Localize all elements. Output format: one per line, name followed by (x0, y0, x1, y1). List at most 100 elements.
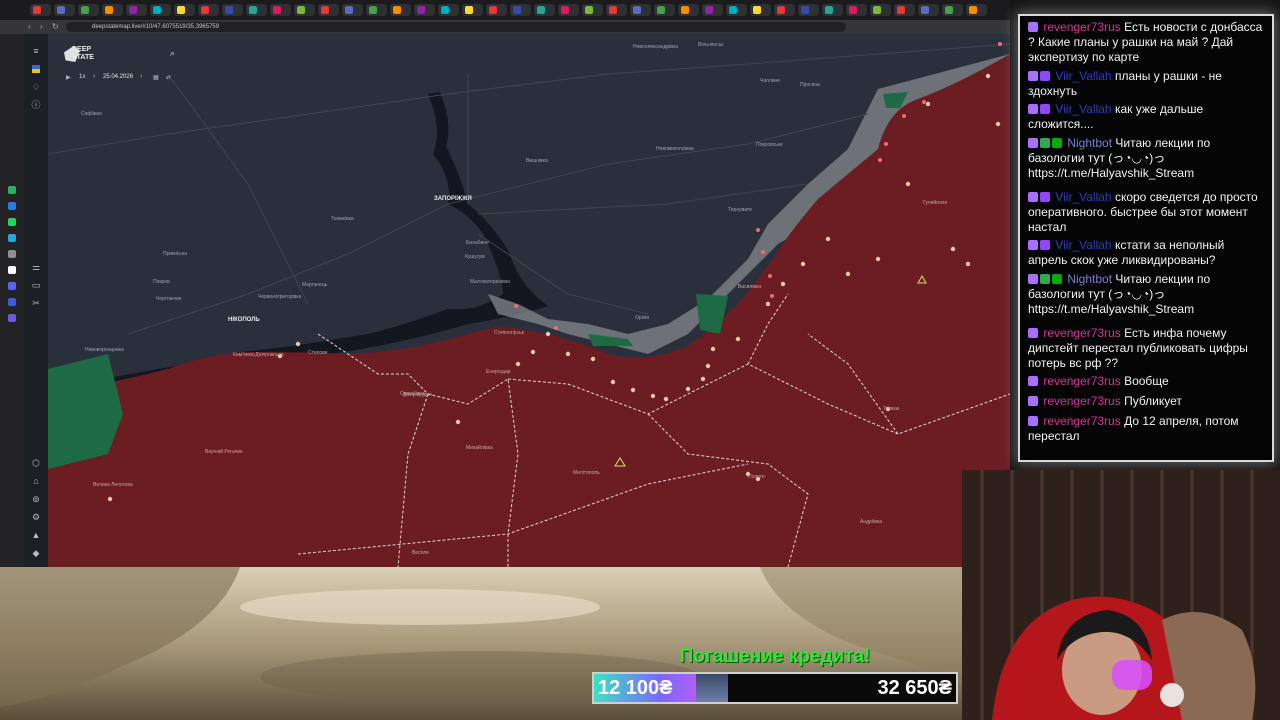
browser-tab[interactable] (894, 4, 915, 16)
settings-icon[interactable]: ⚙ (31, 512, 41, 522)
browser-tab[interactable] (582, 4, 603, 16)
telegram-icon[interactable] (8, 234, 16, 242)
search-icon[interactable]: ⌕ (170, 48, 175, 59)
town-label: Кам'янка-Дніпровська (233, 352, 284, 358)
chat-message: Viir_Vallah как уже дальше сложится.... (1028, 102, 1266, 132)
browser-tab[interactable] (678, 4, 699, 16)
info-icon[interactable]: ⓘ (31, 100, 41, 110)
browser-tab[interactable] (462, 4, 483, 16)
ukraine-flag-icon[interactable] (31, 64, 41, 74)
navigation-icon[interactable]: ▲ (31, 530, 41, 540)
browser-tab[interactable] (366, 4, 387, 16)
x-icon[interactable] (8, 266, 16, 274)
tab-favicon-icon (633, 6, 641, 14)
map-view[interactable]: ЗАПОРІЖЖЯ НІКОПОЛЬ Софіївка Томаківка Пр… (48, 34, 1010, 567)
browser-tab[interactable] (870, 4, 891, 16)
dock-app-icon[interactable] (8, 298, 16, 306)
browser-tab[interactable] (654, 4, 675, 16)
browser-tab[interactable] (966, 4, 987, 16)
browser-tab[interactable] (222, 4, 243, 16)
card-icon[interactable]: ▭ (31, 280, 41, 290)
browser-tab[interactable] (750, 4, 771, 16)
browser-tab[interactable] (774, 4, 795, 16)
browser-tab[interactable] (390, 4, 411, 16)
dock-app-icon[interactable] (8, 250, 16, 258)
filter-icon[interactable]: ⚌ (31, 262, 41, 272)
browser-tab[interactable] (78, 4, 99, 16)
chat-username[interactable]: Viir_Vallah (1055, 69, 1111, 83)
browser-tab[interactable] (822, 4, 843, 16)
tab-favicon-icon (537, 6, 545, 14)
chat-username[interactable]: Nightbot (1067, 272, 1112, 286)
chat-username[interactable]: revenger73rus (1043, 374, 1120, 388)
shield-icon[interactable]: ⬡ (31, 458, 41, 468)
chat-username[interactable]: Nightbot (1067, 136, 1112, 150)
browser-tab[interactable] (486, 4, 507, 16)
browser-tab[interactable] (246, 4, 267, 16)
browser-tab[interactable] (942, 4, 963, 16)
browser-tab[interactable] (30, 4, 51, 16)
browser-tab[interactable] (702, 4, 723, 16)
browser-tab[interactable] (342, 4, 363, 16)
badge-icon (1028, 274, 1038, 284)
chat-username[interactable]: revenger73rus (1043, 326, 1120, 340)
play-icon[interactable]: ▶ (66, 74, 71, 81)
browser-tab[interactable] (846, 4, 867, 16)
browser-tab[interactable] (318, 4, 339, 16)
browser-tab[interactable] (294, 4, 315, 16)
browser-tab[interactable] (534, 4, 555, 16)
calendar-icon[interactable]: ▦ (153, 74, 159, 81)
tab-favicon-icon (153, 6, 161, 14)
badge-icon (1040, 192, 1050, 202)
browser-tab[interactable] (606, 4, 627, 16)
reload-icon[interactable]: ↻ (52, 22, 59, 32)
date-label[interactable]: 25.04.2026 (103, 74, 133, 80)
whatsapp-icon[interactable] (8, 218, 16, 226)
bell-icon[interactable]: ♢ (31, 82, 41, 92)
tab-favicon-icon (969, 6, 977, 14)
menu-icon[interactable]: ≡ (31, 46, 41, 56)
browser-tab[interactable] (54, 4, 75, 16)
discord-icon[interactable] (8, 282, 16, 290)
chat-username[interactable]: revenger73rus (1043, 20, 1120, 34)
target-icon[interactable]: ⊚ (31, 494, 41, 504)
browser-tab[interactable] (102, 4, 123, 16)
town-label: Мелітополь (573, 470, 600, 476)
browser-tab[interactable] (414, 4, 435, 16)
next-date-icon[interactable]: › (140, 73, 142, 80)
speed-button[interactable]: 1x (79, 74, 85, 80)
chat-username[interactable]: Viir_Vallah (1055, 190, 1111, 204)
browser-tab[interactable] (438, 4, 459, 16)
browser-tab[interactable] (270, 4, 291, 16)
browser-tab[interactable] (174, 4, 195, 16)
chat-username[interactable]: Viir_Vallah (1055, 238, 1111, 252)
browser-tab[interactable] (126, 4, 147, 16)
browser-tab[interactable] (558, 4, 579, 16)
browser-tab[interactable] (726, 4, 747, 16)
town-label: Степове (308, 350, 328, 356)
compare-icon[interactable]: ⇄ (166, 74, 171, 81)
forward-icon[interactable]: › (40, 22, 43, 32)
tab-favicon-icon (417, 6, 425, 14)
browser-tab[interactable] (630, 4, 651, 16)
browser-tab[interactable] (510, 4, 531, 16)
chat-username[interactable]: revenger73rus (1043, 394, 1120, 408)
tab-favicon-icon (513, 6, 521, 14)
back-icon[interactable]: ‹ (28, 22, 31, 32)
dock-app-icon[interactable] (8, 314, 16, 322)
browser-tab[interactable] (798, 4, 819, 16)
prev-date-icon[interactable]: ‹ (93, 73, 95, 80)
layers-icon[interactable]: ◆ (31, 548, 41, 558)
browser-tab[interactable] (150, 4, 171, 16)
chat-username[interactable]: revenger73rus (1043, 414, 1120, 428)
browser-tab[interactable] (198, 4, 219, 16)
url-field[interactable]: deepstatemap.live/#10/47.6075519/35.3965… (66, 22, 846, 32)
tools-icon[interactable]: ✂ (31, 298, 41, 308)
browser-tab[interactable] (918, 4, 939, 16)
dock-app-icon[interactable] (8, 186, 16, 194)
tab-favicon-icon (249, 6, 257, 14)
chat-username[interactable]: Viir_Vallah (1055, 102, 1111, 116)
town-label: Балабине (466, 240, 489, 246)
home-icon[interactable]: ⌂ (31, 476, 41, 486)
dock-app-icon[interactable] (8, 202, 16, 210)
